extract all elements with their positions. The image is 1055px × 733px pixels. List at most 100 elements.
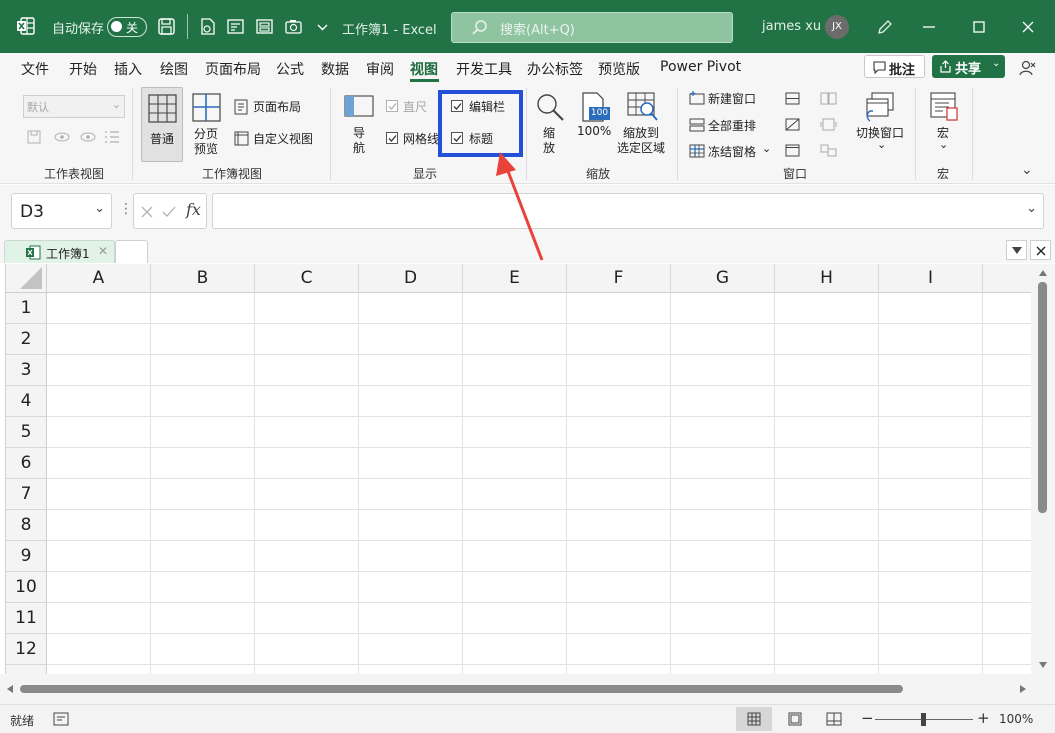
scroll-left-icon[interactable] [7,685,13,693]
spreadsheet-grid[interactable]: A B C D E F G H I 1 2 3 4 5 6 7 8 9 10 1… [5,264,1031,674]
close-doc-button[interactable] [1030,240,1051,260]
tab-view[interactable]: 视图 [410,59,438,79]
zoom-in-button[interactable]: + [977,709,990,727]
minimize-icon[interactable] [919,17,939,37]
search-box[interactable]: 搜索(Alt+Q) [451,12,733,43]
normal-view-button[interactable]: 普通 [141,87,183,162]
row-header-10[interactable]: 10 [6,572,47,603]
close-tab-icon[interactable]: ✕ [98,244,108,258]
new-window-button[interactable]: 新建窗口 [708,90,756,107]
gridlines-checkbox[interactable] [386,132,398,144]
select-all-corner[interactable] [6,264,47,293]
row-header-6[interactable]: 6 [6,448,47,479]
column-header-h[interactable]: H [775,264,879,293]
hide-window-icon[interactable] [785,118,800,131]
share-button[interactable]: 共享 ⌄ [932,55,1005,78]
zoom-100-button[interactable]: 100 100% [575,90,613,160]
row-header-12[interactable]: 12 [6,634,47,665]
tab-insert[interactable]: 插入 [114,59,142,79]
unhide-window-icon[interactable] [785,144,800,157]
tab-file[interactable]: 文件 [21,59,49,79]
column-header-f[interactable]: F [567,264,671,293]
save-icon[interactable] [157,17,176,36]
row-header-11[interactable]: 11 [6,603,47,634]
row-header-9[interactable]: 9 [6,541,47,572]
tab-formulas[interactable]: 公式 [276,59,304,79]
tab-data[interactable]: 数据 [321,59,349,79]
navigation-button[interactable]: 导 航 [341,90,377,160]
name-box[interactable]: D3 ⌄ [11,193,112,229]
tab-list-button[interactable] [1006,240,1027,260]
horizontal-scrollbar[interactable] [0,674,1055,704]
custom-views-button[interactable]: 自定义视图 [253,130,313,147]
user-name[interactable]: james xu [762,19,821,34]
tab-developer[interactable]: 开发工具 [456,59,512,79]
form-icon[interactable] [255,17,274,36]
page-setup-icon[interactable] [198,17,217,36]
scroll-up-icon[interactable] [1039,270,1047,276]
comments-button[interactable]: 批注 [864,55,925,78]
new-tab[interactable] [115,240,148,263]
avatar[interactable]: JX [825,15,849,39]
column-header-i[interactable]: I [879,264,983,293]
row-header-5[interactable]: 5 [6,417,47,448]
row-header-1[interactable]: 1 [6,293,47,324]
autosave-toggle[interactable]: 关 [107,17,147,37]
accessibility-icon[interactable] [53,712,69,726]
arrange-all-button[interactable]: 全部重排 [708,117,756,134]
switch-windows-button[interactable]: 切换窗口 ⌄ [854,90,908,160]
row-header-8[interactable]: 8 [6,510,47,541]
row-header-7[interactable]: 7 [6,479,47,510]
tab-office-tab[interactable]: 办公标签 [527,59,583,79]
ruler-checkbox[interactable] [386,100,398,112]
formula-input[interactable]: ⌄ [212,193,1044,229]
vertical-scroll-thumb[interactable] [1038,282,1047,513]
tab-home[interactable]: 开始 [69,59,97,79]
tab-preview[interactable]: 预览版 [598,59,640,79]
insert-function-icon[interactable]: fx [186,200,201,219]
macros-button[interactable]: 宏 ⌄ [926,90,962,160]
zoom-level[interactable]: 100% [999,712,1033,726]
row-header-4[interactable]: 4 [6,386,47,417]
tab-page-layout[interactable]: 页面布局 [205,59,261,79]
zoom-to-selection-button[interactable]: 缩放到 选定区域 [616,90,670,160]
camera-icon[interactable] [284,17,303,36]
page-layout-status-icon[interactable] [788,712,802,726]
zoom-out-button[interactable]: − [861,709,874,727]
zoom-slider-thumb[interactable] [921,713,926,726]
coauthor-icon[interactable] [1019,59,1037,77]
tab-review[interactable]: 审阅 [366,59,394,79]
normal-view-status-button[interactable] [736,707,772,731]
page-break-preview-button[interactable]: 分页 预览 [190,87,226,162]
tab-power-pivot[interactable]: Power Pivot [660,59,741,75]
maximize-icon[interactable] [969,17,989,37]
close-icon[interactable] [1018,17,1038,37]
tab-draw[interactable]: 绘图 [160,59,188,79]
row-header-3[interactable]: 3 [6,355,47,386]
print-preview-icon[interactable] [226,17,245,36]
column-header-g[interactable]: G [671,264,775,293]
vertical-scrollbar[interactable] [1031,264,1055,674]
freeze-chevron-icon[interactable]: ⌄ [762,142,771,155]
column-header-c[interactable]: C [255,264,359,293]
zoom-button[interactable]: 缩 放 [533,90,567,160]
sheet-view-dropdown[interactable]: 默认 ⌄ [23,95,125,118]
scroll-right-icon[interactable] [1020,685,1026,693]
column-header-a[interactable]: A [47,264,151,293]
column-header-e[interactable]: E [463,264,567,293]
collapse-ribbon-icon[interactable]: ⌄ [1021,162,1033,178]
horizontal-scroll-thumb[interactable] [20,685,903,693]
page-layout-button[interactable]: 页面布局 [253,98,301,115]
scroll-down-icon[interactable] [1039,662,1047,668]
customize-toolbar-icon[interactable] [313,17,332,36]
cancel-icon[interactable] [140,205,154,219]
row-header-13[interactable] [6,665,47,674]
page-break-status-icon[interactable] [826,712,842,726]
freeze-panes-button[interactable]: 冻结窗格 [708,143,756,160]
column-header-j[interactable] [983,264,1031,293]
tab-workbook1[interactable]: 工作簿1 ✕ [4,240,115,263]
split-icon[interactable] [785,92,800,105]
column-header-d[interactable]: D [359,264,463,293]
expand-formula-icon[interactable]: ⌄ [1026,201,1037,216]
column-header-b[interactable]: B [151,264,255,293]
